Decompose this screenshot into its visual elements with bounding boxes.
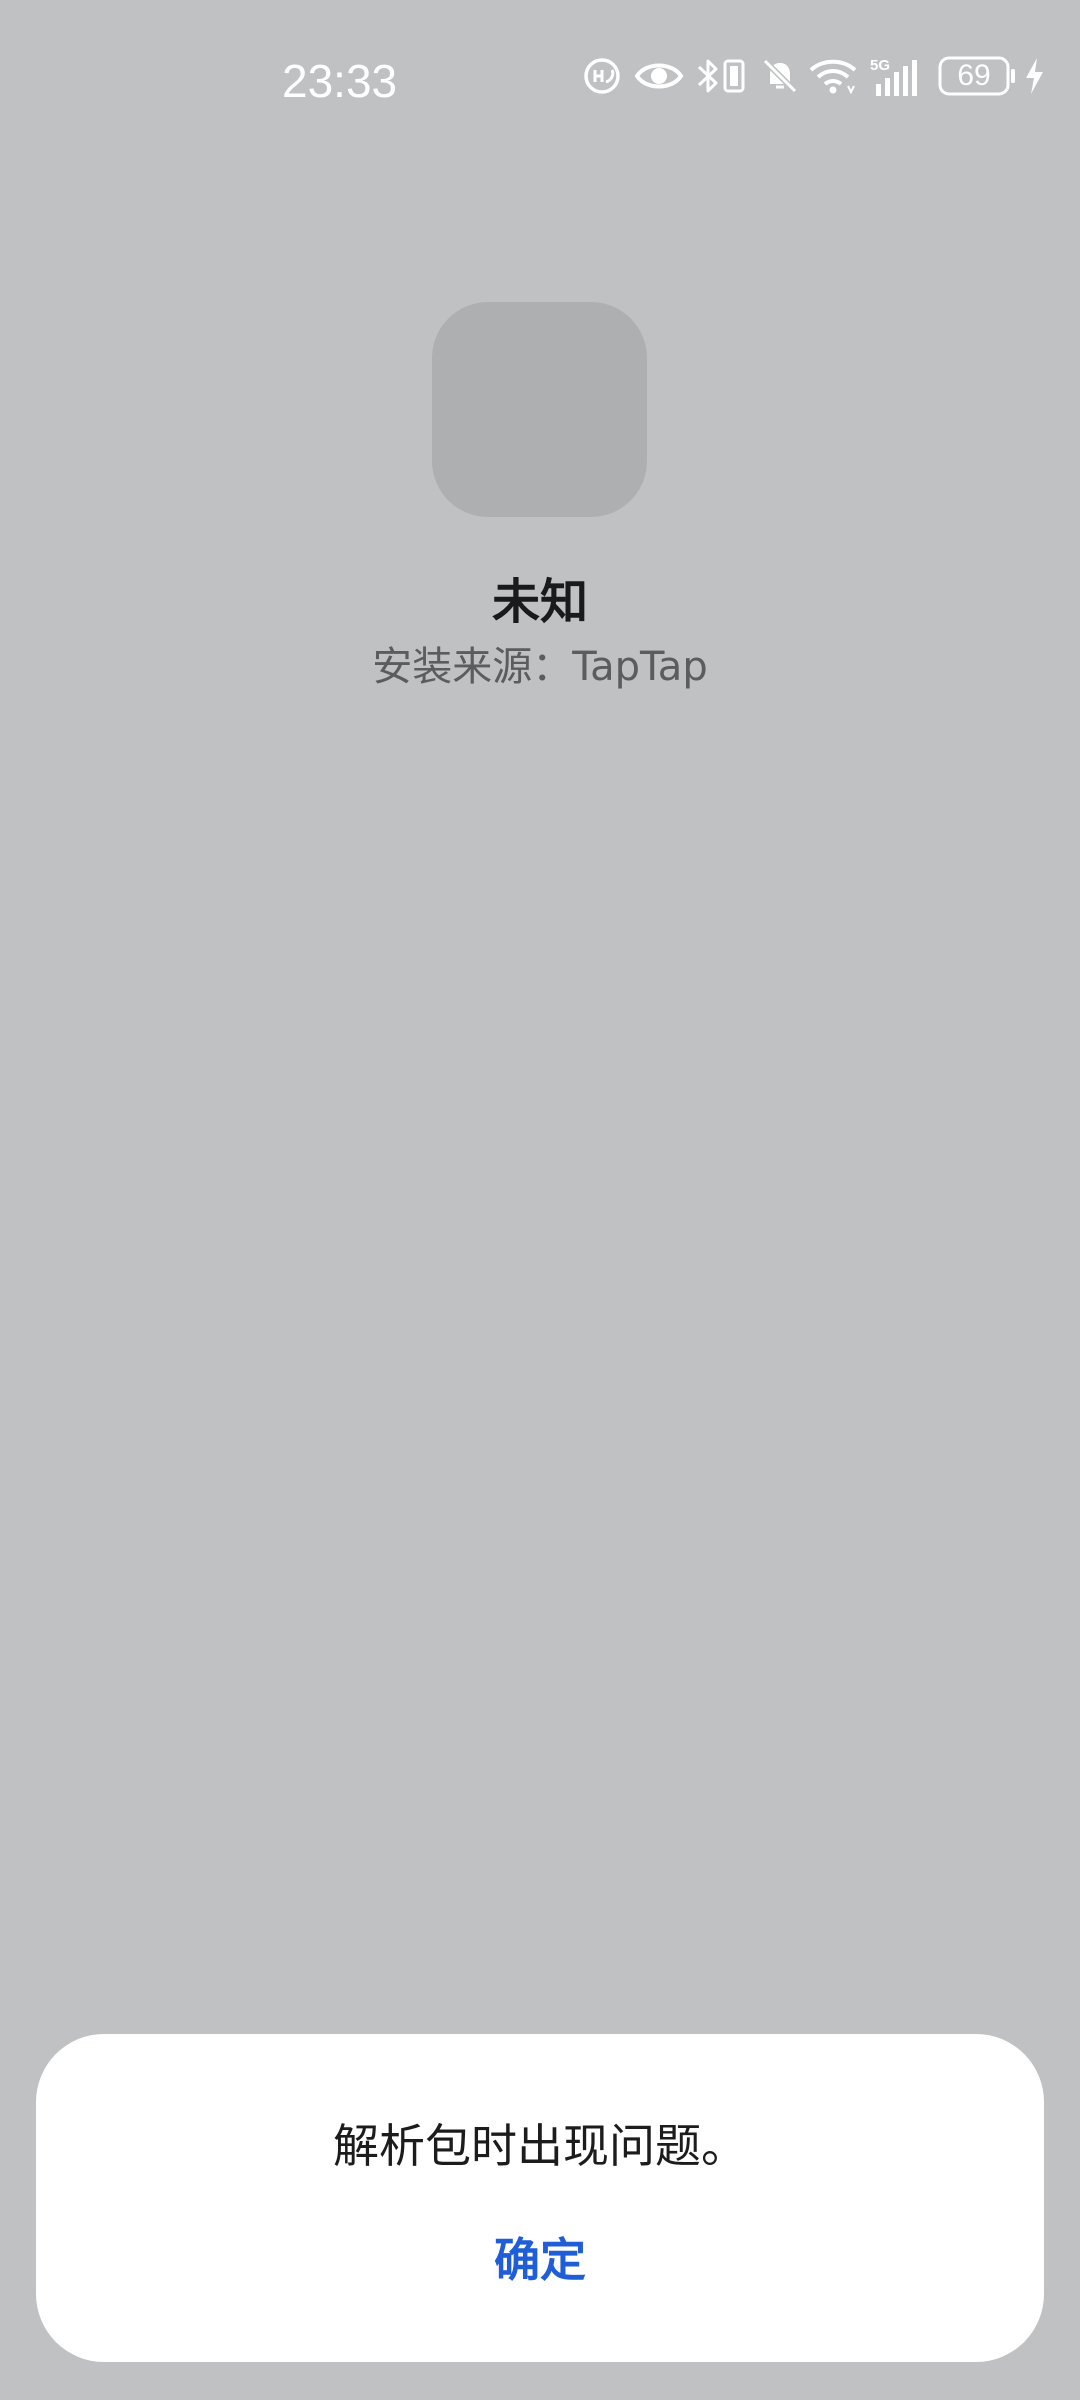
install-source-value: TapTap [572, 644, 708, 690]
dialog-message: 解析包时出现问题。 [333, 2119, 747, 2173]
vibrate-icon [723, 59, 745, 93]
bluetooth-icon [697, 59, 718, 93]
bell-off-icon [762, 58, 798, 94]
charging-icon [1026, 58, 1043, 94]
battery-icon: 69 [938, 56, 1018, 96]
signal-icon: 5G [870, 57, 917, 96]
hd-call-icon [584, 58, 620, 94]
status-bar: 23:33 5G 69 [0, 0, 1080, 150]
app-name: 未知 [491, 574, 588, 630]
error-dialog: 解析包时出现问题。 确定 [36, 2034, 1044, 2362]
status-time: 23:33 [282, 55, 398, 107]
wifi-icon [809, 59, 857, 95]
eye-icon [634, 63, 684, 89]
svg-text:5G: 5G [870, 57, 890, 74]
confirm-button[interactable]: 确定 [440, 2220, 640, 2300]
battery-level: 69 [957, 59, 991, 92]
app-icon-placeholder [432, 302, 647, 517]
install-source: 安装来源：TapTap [0, 634, 1080, 692]
install-source-label: 安装来源： [372, 644, 573, 690]
